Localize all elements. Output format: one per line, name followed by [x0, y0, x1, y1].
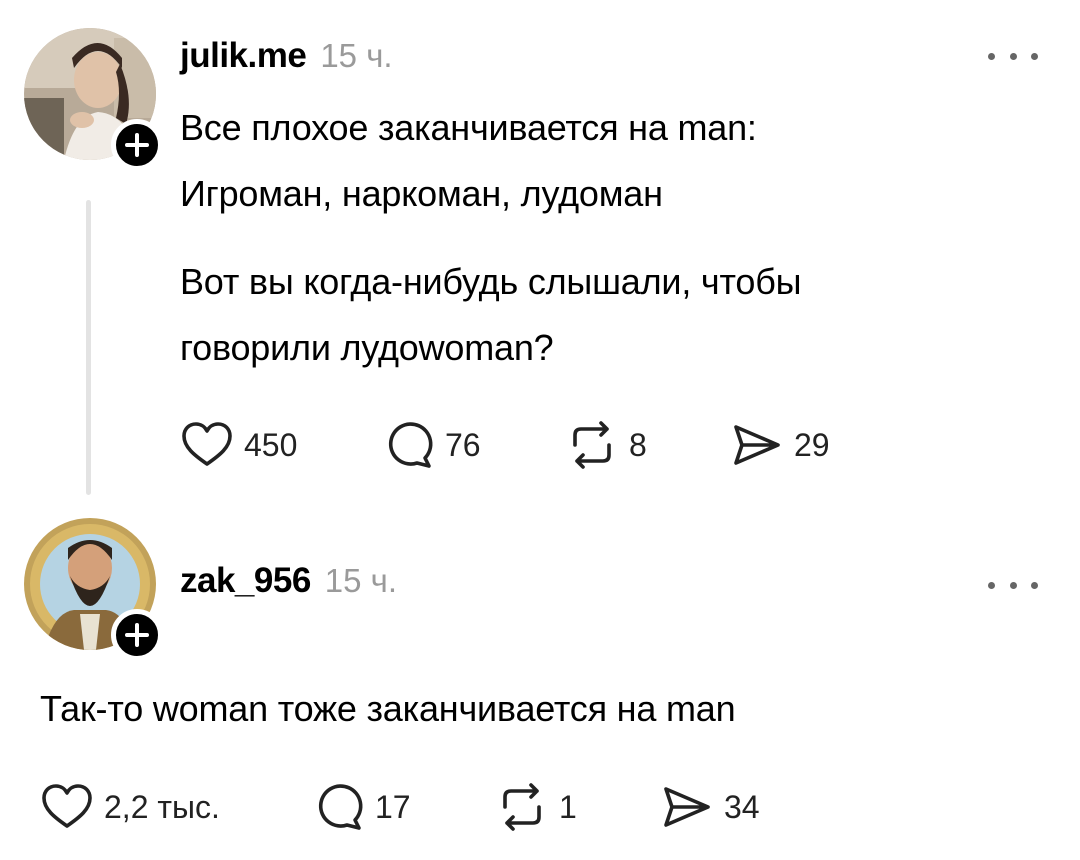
reply-button[interactable]: 76 — [385, 420, 481, 470]
post-text-line: Вот вы когда-нибудь слышали, чтобы — [180, 261, 802, 302]
like-button[interactable]: 2,2 тыс. — [40, 782, 220, 832]
timestamp: 15 ч. — [320, 37, 393, 74]
reply-count: 17 — [375, 788, 411, 825]
more-dots-icon[interactable] — [988, 573, 1038, 597]
share-count: 34 — [724, 788, 760, 825]
reply-button[interactable]: 17 — [315, 782, 411, 832]
repost-button[interactable]: 1 — [495, 782, 577, 832]
like-button[interactable]: 450 — [180, 420, 297, 470]
post-text-line: Все плохое заканчивается на man: — [180, 107, 757, 148]
post-header: julik.me 15 ч. — [180, 36, 393, 76]
follow-button-julik[interactable] — [111, 119, 163, 171]
speech-bubble-icon — [388, 422, 433, 468]
repost-arrows-icon — [503, 783, 541, 831]
follow-button-zak[interactable] — [111, 609, 163, 661]
share-count: 29 — [794, 426, 830, 463]
more-dots-icon[interactable] — [988, 44, 1038, 68]
username[interactable]: julik.me — [180, 36, 307, 76]
speech-bubble-icon — [318, 784, 363, 830]
like-count: 450 — [244, 426, 298, 463]
post-text-line: Игроман, наркоман, лудоман — [180, 173, 663, 214]
like-count: 2,2 тыс. — [104, 788, 220, 825]
action-bar: 450 76 8 29 — [180, 420, 980, 470]
paper-plane-icon — [664, 787, 710, 827]
timestamp: 15 ч. — [324, 562, 398, 599]
repost-button[interactable]: 8 — [565, 420, 647, 470]
repost-count: 1 — [559, 788, 577, 825]
reply-count: 76 — [445, 426, 481, 463]
post-julik: julik.me 15 ч. Все плохое заканчивается … — [0, 0, 1080, 505]
post-text-line: Так-то woman тоже заканчивается на man — [40, 688, 736, 729]
post-text-line: говорили лудоwoman? — [180, 327, 554, 368]
action-bar: 2,2 тыс. 17 1 34 — [40, 782, 840, 832]
username[interactable]: zak_956 — [180, 561, 311, 601]
share-button[interactable]: 34 — [660, 782, 760, 832]
post-header: zak_956 15 ч. — [180, 561, 397, 601]
thread-line — [86, 200, 91, 495]
repost-count: 8 — [629, 426, 647, 463]
heart-icon — [182, 422, 232, 466]
paper-plane-icon — [734, 425, 780, 465]
heart-icon — [42, 784, 92, 828]
repost-arrows-icon — [573, 421, 611, 469]
share-button[interactable]: 29 — [730, 420, 830, 470]
post-zak: zak_956 15 ч. Так-то woman тоже заканчив… — [0, 505, 1080, 860]
plus-icon — [125, 133, 149, 157]
plus-icon — [125, 623, 149, 647]
